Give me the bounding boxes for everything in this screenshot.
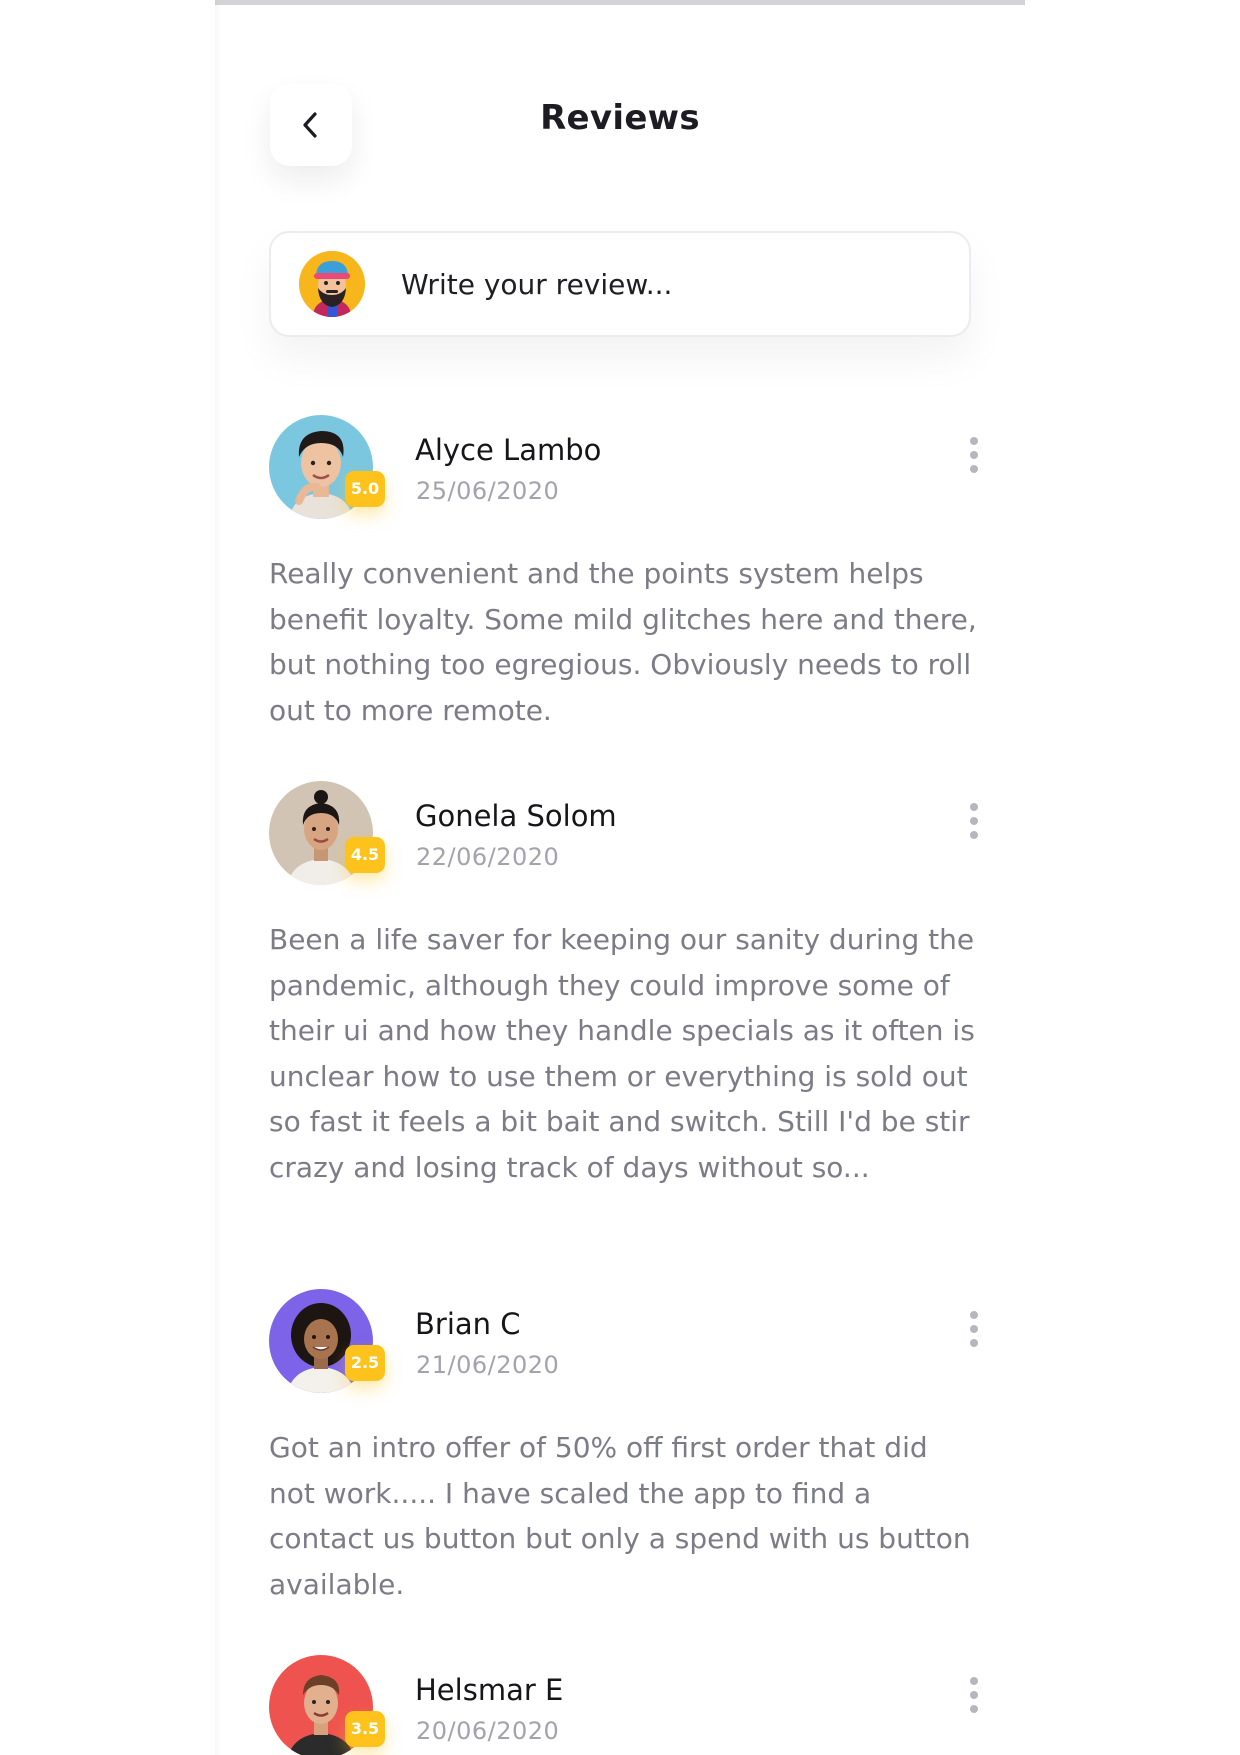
more-options-icon[interactable] bbox=[964, 437, 984, 477]
reviewer-name: Gonela Solom bbox=[415, 799, 617, 833]
app-screen: Reviews Write your review... 5.0 Alyce L… bbox=[215, 0, 1025, 1755]
reviewer-avatar[interactable]: 2.5 bbox=[269, 1289, 385, 1393]
reviewer-name: Alyce Lambo bbox=[415, 433, 602, 467]
review-text: Been a life saver for keeping our sanity… bbox=[269, 923, 975, 1184]
user-avatar bbox=[299, 251, 365, 317]
review-date: 20/06/2020 bbox=[416, 1717, 560, 1745]
more-options-icon[interactable] bbox=[964, 1677, 984, 1717]
reviewer-name: Brian C bbox=[415, 1307, 521, 1341]
status-strip bbox=[215, 0, 1025, 5]
review-text: Got an intro offer of 50% off first orde… bbox=[269, 1431, 971, 1601]
more-options-icon[interactable] bbox=[964, 1311, 984, 1351]
rating-badge: 3.5 bbox=[345, 1711, 385, 1747]
reviewer-avatar[interactable]: 4.5 bbox=[269, 781, 385, 885]
more-options-icon[interactable] bbox=[964, 803, 984, 843]
reviewer-avatar[interactable]: 3.5 bbox=[269, 1655, 385, 1755]
review-date: 25/06/2020 bbox=[416, 477, 560, 505]
reviewer-avatar[interactable]: 5.0 bbox=[269, 415, 385, 519]
review-input-placeholder: Write your review... bbox=[401, 268, 673, 301]
rating-badge: 4.5 bbox=[345, 837, 385, 873]
frame-edge bbox=[215, 0, 221, 1755]
reviewer-name: Helsmar E bbox=[415, 1673, 564, 1707]
page-title: Reviews bbox=[540, 98, 700, 138]
rating-badge: 2.5 bbox=[345, 1345, 385, 1381]
review-text: Really convenient and the points system … bbox=[269, 557, 977, 727]
rating-badge: 5.0 bbox=[345, 471, 385, 507]
review-date: 22/06/2020 bbox=[416, 843, 560, 871]
review-date: 21/06/2020 bbox=[416, 1351, 560, 1379]
write-review-input[interactable]: Write your review... bbox=[269, 231, 971, 337]
